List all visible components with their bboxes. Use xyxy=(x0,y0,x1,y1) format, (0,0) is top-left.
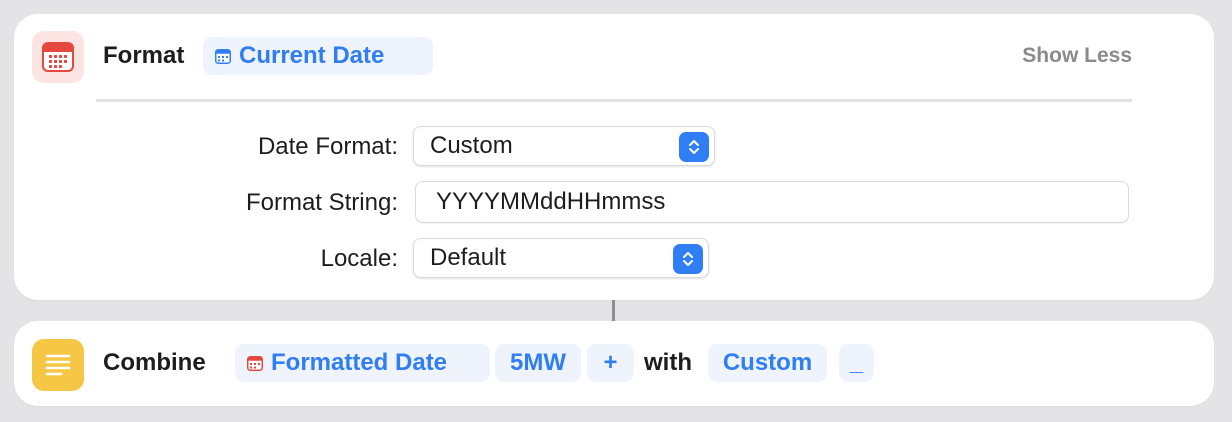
format-string-field[interactable]: YYYYMMddHHmmss xyxy=(415,181,1129,223)
formatted-date-label: Formatted Date xyxy=(271,349,448,376)
locale-value: Default xyxy=(430,244,507,271)
with-label: with xyxy=(644,349,692,376)
calendar-icon xyxy=(247,355,263,371)
calendar-icon xyxy=(215,48,231,64)
custom-separator-field[interactable]: _ xyxy=(839,344,874,382)
format-date-action: Format Current Date Show Less Date Forma… xyxy=(14,14,1214,300)
locale-label: Locale: xyxy=(320,245,398,272)
chevron-up-down-icon xyxy=(673,244,703,274)
date-format-label: Date Format: xyxy=(257,133,398,160)
format-string-label: Format String: xyxy=(245,189,398,216)
current-date-variable-token[interactable]: Current Date xyxy=(203,37,433,75)
current-date-label: Current Date xyxy=(239,42,385,69)
calendar-icon xyxy=(32,31,84,83)
format-action-title: Format xyxy=(103,42,185,69)
date-format-popup[interactable]: Custom xyxy=(413,126,715,166)
separator-selector[interactable]: Custom xyxy=(708,344,827,382)
show-less-button[interactable]: Show Less xyxy=(1022,44,1132,68)
text-token-5mw[interactable]: 5MW xyxy=(495,344,581,382)
formatted-date-variable-token[interactable]: Formatted Date xyxy=(235,344,490,382)
text-lines-icon xyxy=(32,339,84,391)
divider xyxy=(96,99,1132,102)
text-token-plus[interactable]: + xyxy=(587,344,634,382)
locale-popup[interactable]: Default xyxy=(413,238,709,278)
action-connector xyxy=(612,300,615,321)
chevron-up-down-icon xyxy=(679,132,709,162)
date-format-value: Custom xyxy=(430,132,513,159)
combine-action-title: Combine xyxy=(103,349,206,376)
combine-text-action: Combine Formatted Date 5MW + with Custom… xyxy=(14,321,1214,406)
